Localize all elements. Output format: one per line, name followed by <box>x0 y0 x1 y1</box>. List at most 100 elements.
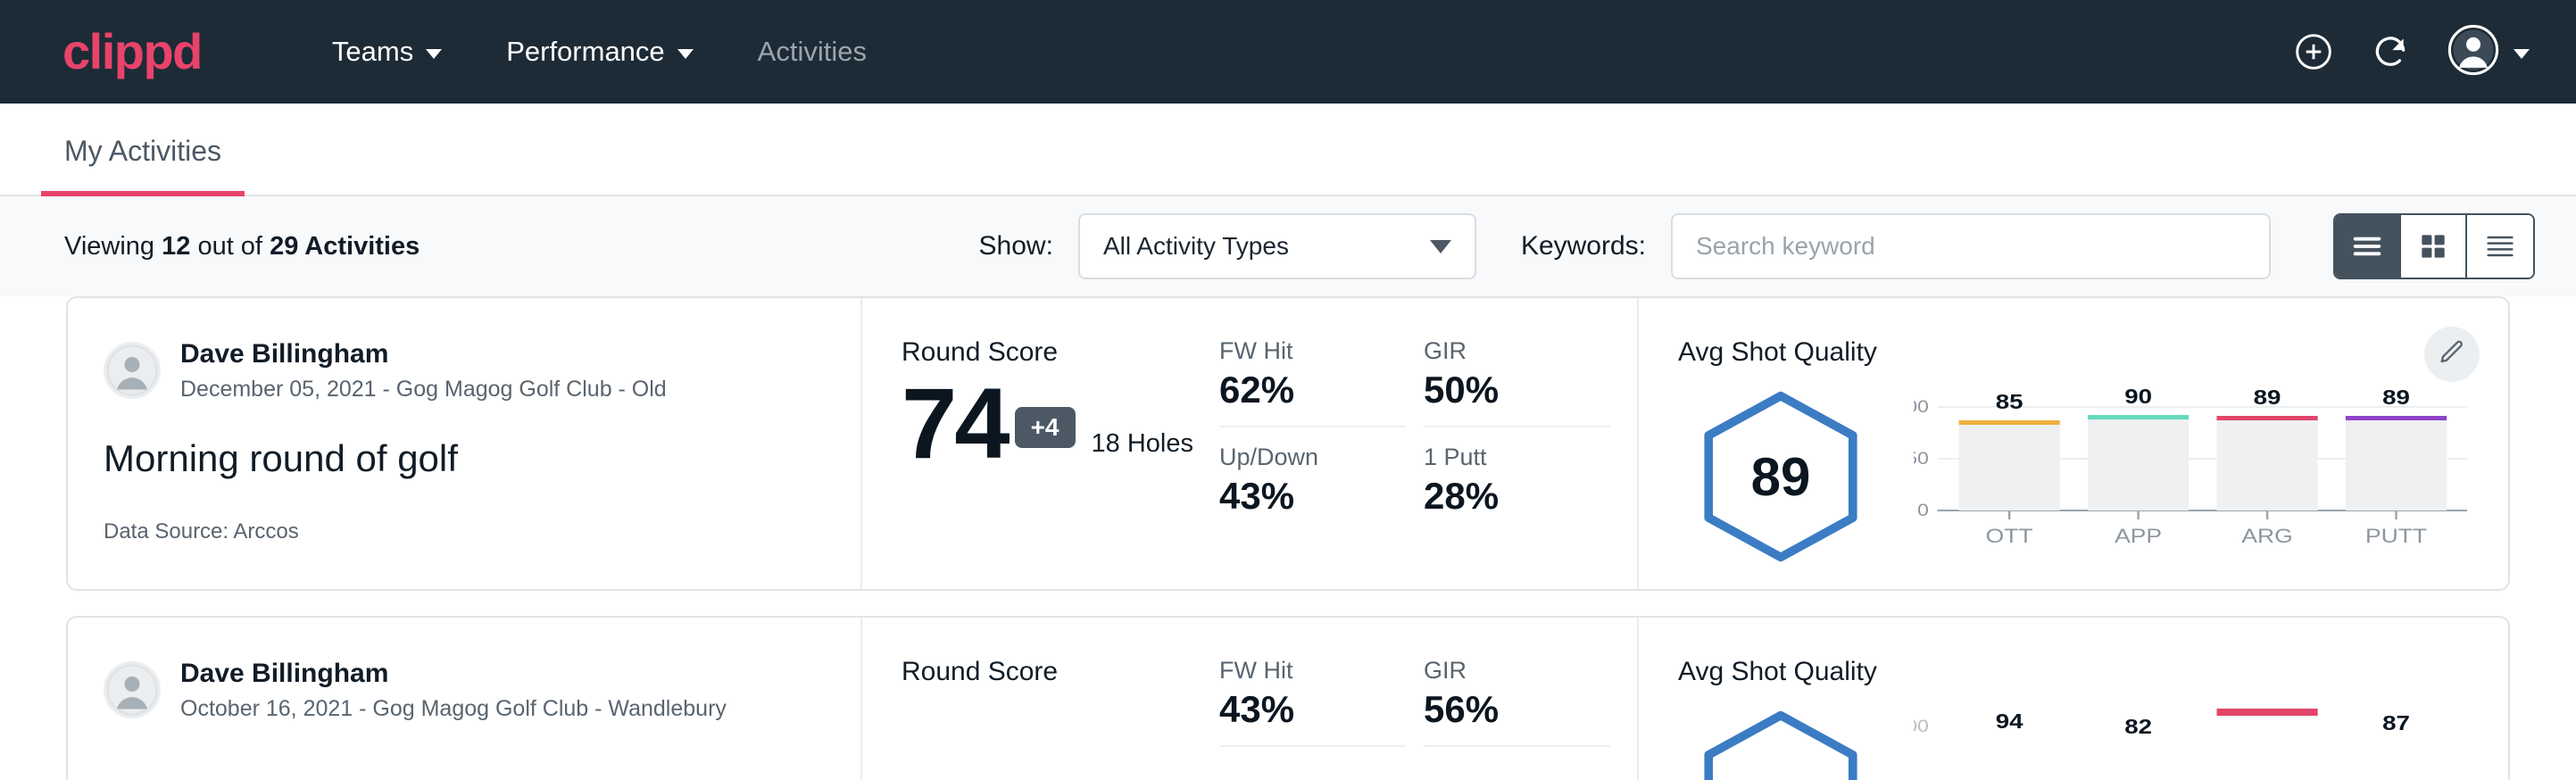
plus-circle-icon[interactable] <box>2294 32 2333 71</box>
stat-label: FW Hit <box>1219 657 1384 685</box>
activity-title: Morning round of golf <box>104 437 825 480</box>
quality-value: 89 <box>1751 446 1811 508</box>
filter-bar: Viewing 12 out of 29 Activities Show: Al… <box>0 196 2576 296</box>
svg-text:89: 89 <box>2254 389 2281 409</box>
filter-controls: Show: All Activity Types Keywords: <box>979 213 2535 279</box>
viewing-mid: out of <box>197 232 262 261</box>
edit-activity-button[interactable] <box>2424 327 2480 382</box>
clippd-logo[interactable]: clippd <box>62 27 202 77</box>
stat-label: GIR <box>1424 337 1589 365</box>
round-score-label: Round Score <box>902 337 1219 368</box>
x-label-putt: PUTT <box>2365 526 2427 547</box>
activity-user-row: Dave Billingham December 05, 2021 - Gog … <box>104 337 825 403</box>
avatar <box>104 342 161 399</box>
y-tick-100: 100 <box>1914 398 1929 417</box>
svg-text:90: 90 <box>2124 389 2152 408</box>
stat-one-putt: 1 Putt 28% <box>1424 427 1610 518</box>
activity-user-meta: October 16, 2021 - Gog Magog Golf Club -… <box>180 694 727 724</box>
bar-chart-svg: 100 94 82 106 87 <box>1914 709 2472 780</box>
stat-value: 43% <box>1219 475 1384 518</box>
primary-nav: Teams Performance Activities <box>300 36 899 68</box>
activity-type-value: All Activity Types <box>1103 232 1289 261</box>
stat-gir: GIR 50% <box>1424 337 1610 427</box>
activity-type-select[interactable]: All Activity Types <box>1078 213 1476 279</box>
viewing-count-text: Viewing 12 out of 29 Activities <box>64 232 420 261</box>
x-label-ott: OTT <box>1986 526 2033 547</box>
activity-user-row: Dave Billingham October 16, 2021 - Gog M… <box>104 657 825 723</box>
chevron-down-icon <box>677 49 694 59</box>
search-keyword-box[interactable] <box>1671 213 2271 279</box>
stat-gir: GIR 56% <box>1424 657 1610 747</box>
stat-up-down: Up/Down 43% <box>1219 427 1406 518</box>
view-mode-list-button[interactable] <box>2335 215 2401 278</box>
score-differential-badge: +4 <box>1015 407 1076 448</box>
svg-text:82: 82 <box>2124 716 2152 738</box>
activity-card-info: Dave Billingham December 05, 2021 - Gog … <box>68 298 862 589</box>
nav-item-performance[interactable]: Performance <box>474 36 725 68</box>
stat-value: 50% <box>1424 369 1589 411</box>
nav-item-teams[interactable]: Teams <box>300 36 474 68</box>
avg-shot-quality-body: 89 100 50 0 85 <box>1678 377 2472 566</box>
stat-fw-hit: FW Hit 43% <box>1219 657 1406 747</box>
activity-card-info: Dave Billingham October 16, 2021 - Gog M… <box>68 618 862 780</box>
activity-card-list: Dave Billingham December 05, 2021 - Gog … <box>0 296 2576 780</box>
svg-text:94: 94 <box>1996 710 2024 733</box>
user-avatar-menu[interactable] <box>2447 24 2530 80</box>
svg-text:87: 87 <box>2382 712 2410 734</box>
stat-value: 43% <box>1219 688 1384 731</box>
top-navigation-bar: clippd Teams Performance Activities <box>0 0 2576 104</box>
search-input[interactable] <box>1696 232 2246 261</box>
quality-hexagon-wrap: 89 <box>1678 377 1883 566</box>
chevron-down-icon <box>426 49 442 59</box>
stat-value: 28% <box>1424 475 1589 518</box>
keywords-label: Keywords: <box>1521 231 1646 261</box>
tab-my-activities[interactable]: My Activities <box>41 135 245 196</box>
holes-count: 18 Holes <box>1092 429 1193 459</box>
avg-shot-quality-section: Avg Shot Quality 89 100 50 0 <box>1639 298 2508 589</box>
tab-my-activities-label: My Activities <box>64 135 221 167</box>
avg-shot-quality-section: Avg Shot Quality 100 94 82 <box>1639 618 2508 780</box>
avg-shot-quality-label: Avg Shot Quality <box>1678 657 2472 687</box>
activity-stats-grid: FW Hit 43% GIR 56% <box>1219 618 1639 780</box>
nav-item-teams-label: Teams <box>332 36 413 68</box>
activity-card[interactable]: Dave Billingham December 05, 2021 - Gog … <box>66 296 2510 591</box>
show-label: Show: <box>979 231 1053 261</box>
round-score-label: Round Score <box>902 657 1219 687</box>
pencil-icon <box>2438 338 2466 371</box>
stat-label: Up/Down <box>1219 444 1384 471</box>
y-tick-50: 50 <box>1914 450 1929 469</box>
nav-item-activities-label: Activities <box>758 36 867 68</box>
stat-label: GIR <box>1424 657 1589 685</box>
round-score-section: Round Score 74 +4 18 Holes <box>862 298 1219 589</box>
view-mode-toggle <box>2333 213 2535 279</box>
avatar-icon <box>2447 24 2499 80</box>
view-mode-compact-button[interactable] <box>2467 215 2533 278</box>
viewing-count: 12 <box>162 232 190 261</box>
shot-quality-bar-chart: 100 94 82 106 87 <box>1883 696 2472 780</box>
svg-text:85: 85 <box>1996 391 2023 413</box>
chevron-down-icon <box>2514 49 2530 59</box>
activity-stats-grid: FW Hit 62% GIR 50% Up/Down 43% 1 Putt 28… <box>1219 298 1639 589</box>
bar-chart-svg: 100 50 0 85 90 <box>1914 389 2472 555</box>
stat-label: 1 Putt <box>1424 444 1589 471</box>
avatar <box>104 661 161 718</box>
activity-user-meta: December 05, 2021 - Gog Magog Golf Club … <box>180 375 667 404</box>
view-mode-grid-button[interactable] <box>2401 215 2467 278</box>
tab-bar: My Activities <box>0 104 2576 196</box>
quality-hexagon <box>1693 707 1868 780</box>
x-label-arg: ARG <box>2241 526 2292 547</box>
refresh-icon[interactable] <box>2371 32 2410 71</box>
stat-value: 56% <box>1424 688 1589 731</box>
activity-data-source: Data Source: Arccos <box>104 519 825 544</box>
stat-label: FW Hit <box>1219 337 1384 365</box>
viewing-prefix: Viewing <box>64 232 154 261</box>
activity-card[interactable]: Dave Billingham October 16, 2021 - Gog M… <box>66 616 2510 780</box>
svg-text:89: 89 <box>2382 389 2410 409</box>
quality-hexagon: 89 <box>1693 387 1868 566</box>
nav-item-performance-label: Performance <box>506 36 664 68</box>
activity-user-name: Dave Billingham <box>180 657 727 691</box>
activity-user-name: Dave Billingham <box>180 337 667 371</box>
viewing-total: 29 Activities <box>270 232 420 261</box>
nav-item-activities[interactable]: Activities <box>726 36 899 68</box>
y-tick-0: 0 <box>1917 502 1929 520</box>
